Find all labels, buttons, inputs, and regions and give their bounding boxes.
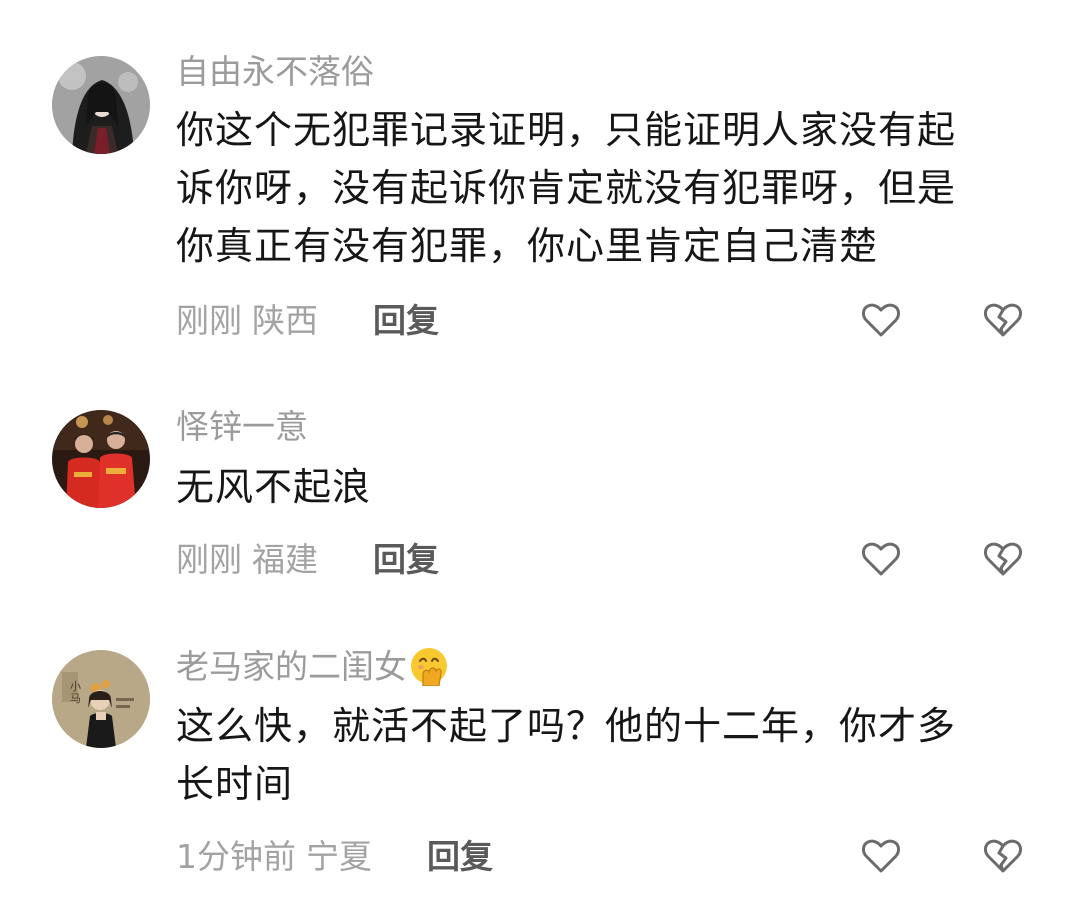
comment-meta: 1分钟前 宁夏 <box>176 837 372 877</box>
avatar[interactable]: 小 马 <box>52 650 150 748</box>
broken-heart-outline-icon <box>984 839 1022 873</box>
comment-line: 你这个无犯罪记录证明，只能证明人家没有起 <box>176 108 957 152</box>
comment-item: 小 马 老马家的二闺女 这么快，就活不起了吗？他的十二年，你才多 长时间 1分钟… <box>0 600 1080 919</box>
dislike-button[interactable] <box>981 537 1025 581</box>
username-text: 老马家的二闺女 <box>176 647 407 686</box>
comment-line: 诉你呀，没有起诉你肯定就没有犯罪呀，但是 <box>176 166 957 210</box>
comment-line: 你真正有没有犯罪，你心里肯定自己清楚 <box>176 224 879 268</box>
comment-text: 这么快，就活不起了吗？他的十二年，你才多 长时间 <box>176 697 1026 813</box>
like-button[interactable] <box>859 298 903 342</box>
username[interactable]: 自由永不落俗 <box>176 52 374 92</box>
broken-heart-outline-icon <box>984 542 1022 576</box>
comment-location: 福建 <box>252 540 318 579</box>
comment-location: 陕西 <box>252 301 318 340</box>
reply-button[interactable]: 回复 <box>373 540 439 580</box>
heart-outline-icon <box>862 542 900 576</box>
comment-location: 宁夏 <box>306 837 372 876</box>
dislike-button[interactable] <box>981 298 1025 342</box>
comment-time: 1分钟前 <box>176 837 296 876</box>
username[interactable]: 老马家的二闺女 <box>176 647 449 687</box>
svg-text:马: 马 <box>70 692 81 705</box>
like-button[interactable] <box>859 834 903 878</box>
comment-line: 长时间 <box>176 762 294 806</box>
avatar[interactable] <box>52 56 150 154</box>
comment-meta: 刚刚 福建 <box>176 540 318 580</box>
comment-meta: 刚刚 陕西 <box>176 301 318 341</box>
comment-item: 自由永不落俗 你这个无犯罪记录证明，只能证明人家没有起 诉你呀，没有起诉你肯定就… <box>0 0 1080 360</box>
avatar-image: 小 马 <box>52 650 150 748</box>
avatar[interactable] <box>52 410 150 508</box>
reply-button[interactable]: 回复 <box>373 301 439 341</box>
comment-line: 无风不起浪 <box>176 465 372 509</box>
heart-outline-icon <box>862 839 900 873</box>
avatar-image <box>52 56 150 154</box>
heart-outline-icon <box>862 303 900 337</box>
avatar-image <box>52 410 150 508</box>
comment-time: 刚刚 <box>176 301 242 340</box>
username[interactable]: 怿锌一意 <box>176 407 308 447</box>
comment-line: 这么快，就活不起了吗？他的十二年，你才多 <box>176 704 957 748</box>
comment-item: 怿锌一意 无风不起浪 刚刚 福建 回复 <box>0 360 1080 600</box>
username-text: 怿锌一意 <box>176 407 308 446</box>
hand-over-mouth-emoji-icon <box>411 647 447 686</box>
comment-time: 刚刚 <box>176 540 242 579</box>
like-button[interactable] <box>859 537 903 581</box>
comment-text: 你这个无犯罪记录证明，只能证明人家没有起 诉你呀，没有起诉你肯定就没有犯罪呀，但… <box>176 101 1026 275</box>
comment-text: 无风不起浪 <box>176 458 1026 516</box>
broken-heart-outline-icon <box>984 303 1022 337</box>
reply-button[interactable]: 回复 <box>427 837 493 877</box>
dislike-button[interactable] <box>981 834 1025 878</box>
username-text: 自由永不落俗 <box>176 52 374 91</box>
